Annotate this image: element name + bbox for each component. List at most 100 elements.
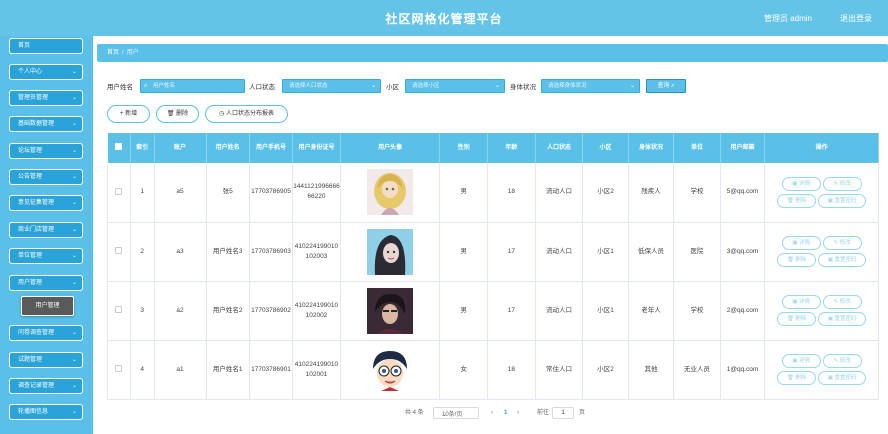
cell-index: 2 xyxy=(130,222,155,282)
header-area: 小区 xyxy=(582,133,629,163)
sidebar-item-survey-records[interactable]: 调查记录管理 ⌄ xyxy=(9,378,83,394)
query-button[interactable]: 查询 ⌕ xyxy=(646,79,686,93)
sidebar-item-opinion[interactable]: 意见征集管理 ⌄ xyxy=(9,195,83,211)
sidebar-item-notice[interactable]: 公告管理 ⌄ xyxy=(9,169,83,185)
cell-idcard: 410224199010102003 xyxy=(292,222,341,282)
chevron-down-icon: ⌄ xyxy=(71,280,77,286)
logout-link[interactable]: 退出登录 xyxy=(840,13,872,24)
cell-age: 18 xyxy=(487,340,536,400)
prev-page-button[interactable]: ‹ xyxy=(491,406,493,420)
cell-area: 小区1 xyxy=(582,222,629,282)
edit-button[interactable]: ✎ 修改 xyxy=(822,176,862,191)
sidebar-item-user-manage[interactable]: 用户管理 ⌄ xyxy=(9,275,83,291)
detail-button[interactable]: ▣ 详情 xyxy=(781,295,821,309)
row-select-cell xyxy=(107,222,131,282)
edit-icon: ✎ xyxy=(833,180,839,187)
table-row: 4 a1 用户姓名1 17703786901 41022419901010200… xyxy=(107,340,879,400)
header-name: 用户姓名 xyxy=(206,133,250,163)
user-table: 索引 账户 用户姓名 用户手机号 用户身份证号 用户头像 性别 年龄 人口状态 … xyxy=(107,133,879,400)
trash-icon: 🗑 xyxy=(166,111,175,117)
chevron-down-icon: ⌄ xyxy=(494,83,500,89)
cell-unit: 学校 xyxy=(673,163,721,223)
page-number-current[interactable]: 1 xyxy=(504,406,507,420)
cell-phone: 17703786903 xyxy=(249,222,294,282)
reset-password-button[interactable]: ▣ 重置密码 xyxy=(818,312,867,326)
dark-hair-girl-avatar xyxy=(367,228,414,275)
detail-button[interactable]: ▣ 详情 xyxy=(781,354,821,368)
sidebar-item-label: 意见征集管理 xyxy=(18,200,55,206)
row-checkbox[interactable] xyxy=(115,306,123,314)
chevron-down-icon: ⌄ xyxy=(71,357,77,363)
breadcrumb: 首页 / 用户 xyxy=(97,44,888,62)
cell-ops: ▣ 详情 ✎ 修改 🗑 删除 ▣ 重置密码 xyxy=(764,281,879,341)
submenu-user-manage[interactable]: 用户管理 xyxy=(21,296,74,316)
sidebar-item-unit[interactable]: 单位管理 ⌄ xyxy=(9,248,83,264)
detail-button[interactable]: ▣ 详情 xyxy=(781,176,821,191)
chevron-down-icon: ⌄ xyxy=(71,227,77,233)
goto-page-input[interactable]: 1 xyxy=(552,407,574,419)
cell-avatar xyxy=(340,163,441,223)
area-select[interactable]: 请选择小区 ⌄ xyxy=(405,79,505,93)
row-delete-button[interactable]: 🗑 删除 xyxy=(777,193,817,208)
cell-area: 小区2 xyxy=(582,163,629,223)
cell-gender: 男 xyxy=(439,163,489,223)
reset-password-button[interactable]: ▣ 重置密码 xyxy=(818,253,867,267)
sidebar-item-label: 基础数据管理 xyxy=(18,121,55,127)
cell-health: 低保人员 xyxy=(628,222,675,282)
cell-health: 其他 xyxy=(628,340,675,400)
cell-gender: 男 xyxy=(439,281,489,341)
chevron-down-icon: ⌄ xyxy=(71,383,77,389)
cartoon-boy-avatar xyxy=(367,346,414,393)
cell-unit: 医院 xyxy=(673,222,721,282)
breadcrumb-home[interactable]: 首页 xyxy=(107,50,119,56)
row-checkbox[interactable] xyxy=(115,247,123,255)
row-delete-button[interactable]: 🗑 删除 xyxy=(777,253,817,267)
delete-button[interactable]: 🗑 删除 xyxy=(156,105,199,123)
status-select[interactable]: 请选择人口状态 ⌄ xyxy=(282,79,381,93)
add-button[interactable]: + 新增 xyxy=(107,105,150,123)
chevron-down-icon: ⌄ xyxy=(370,83,376,89)
next-page-button[interactable]: › xyxy=(517,406,519,420)
clock-icon: ◷ xyxy=(219,111,225,117)
sidebar-item-admin-manage[interactable]: 管理员管理 ⌄ xyxy=(9,90,83,106)
header-idcard: 用户身份证号 xyxy=(292,133,341,163)
cell-ops: ▣ 详情 ✎ 修改 🗑 删除 ▣ 重置密码 xyxy=(764,222,879,282)
name-search-input[interactable]: ⌕ 用户姓名 xyxy=(140,79,245,93)
sidebar-item-personal-center[interactable]: 个人中心 ⌄ xyxy=(9,64,83,80)
cell-health: 老年人 xyxy=(628,281,675,341)
health-placeholder: 请选择身体状况 xyxy=(548,83,587,89)
reset-password-button[interactable]: ▣ 重置密码 xyxy=(818,371,867,385)
detail-label: 详情 xyxy=(798,180,810,187)
row-delete-button[interactable]: 🗑 删除 xyxy=(777,371,817,385)
reset-password-button[interactable]: ▣ 重置密码 xyxy=(818,193,867,208)
report-button[interactable]: ◷ 人口状态分布报表 xyxy=(205,105,288,123)
sidebar-item-forum[interactable]: 论坛管理 ⌄ xyxy=(9,143,83,159)
cell-email: 1@qq.com xyxy=(720,340,766,400)
edit-button[interactable]: ✎ 修改 xyxy=(822,236,862,250)
detail-button[interactable]: ▣ 详情 xyxy=(781,236,821,250)
sidebar-item-basic-data[interactable]: 基础数据管理 ⌄ xyxy=(9,116,83,132)
row-checkbox[interactable] xyxy=(115,365,123,373)
health-select[interactable]: 请选择身体状况 ⌄ xyxy=(541,79,640,93)
edit-button[interactable]: ✎ 修改 xyxy=(822,295,862,309)
cell-phone: 17703786905 xyxy=(249,163,294,223)
cell-status: 流动人口 xyxy=(535,163,584,223)
sidebar-item-home[interactable]: 首页 xyxy=(9,38,83,54)
sidebar-item-label: 单位管理 xyxy=(18,253,43,259)
sidebar-item-carousel[interactable]: 轮播图信息 ⌄ xyxy=(9,404,83,420)
cell-area: 小区2 xyxy=(582,340,629,400)
table-header-row: 索引 账户 用户姓名 用户手机号 用户身份证号 用户头像 性别 年龄 人口状态 … xyxy=(107,133,879,163)
admin-label: 管理员 admin xyxy=(763,14,812,23)
sidebar-item-store[interactable]: 商业门店管理 ⌄ xyxy=(9,222,83,238)
cell-unit: 无业人员 xyxy=(673,340,721,400)
edit-button[interactable]: ✎ 修改 xyxy=(822,354,862,368)
sidebar-item-questions[interactable]: 试题管理 ⌄ xyxy=(9,352,83,368)
row-checkbox[interactable] xyxy=(115,188,123,196)
row-delete-button[interactable]: 🗑 删除 xyxy=(777,312,817,326)
cell-name: 用户姓名2 xyxy=(206,281,250,341)
sidebar-item-survey[interactable]: 问卷调查管理 ⌄ xyxy=(9,325,83,341)
chevron-down-icon: ⌄ xyxy=(71,95,77,101)
select-all-checkbox[interactable] xyxy=(115,143,123,151)
header-health: 身体状况 xyxy=(628,133,675,163)
page-size-select[interactable]: 10条/页 ⌄ xyxy=(433,407,479,419)
